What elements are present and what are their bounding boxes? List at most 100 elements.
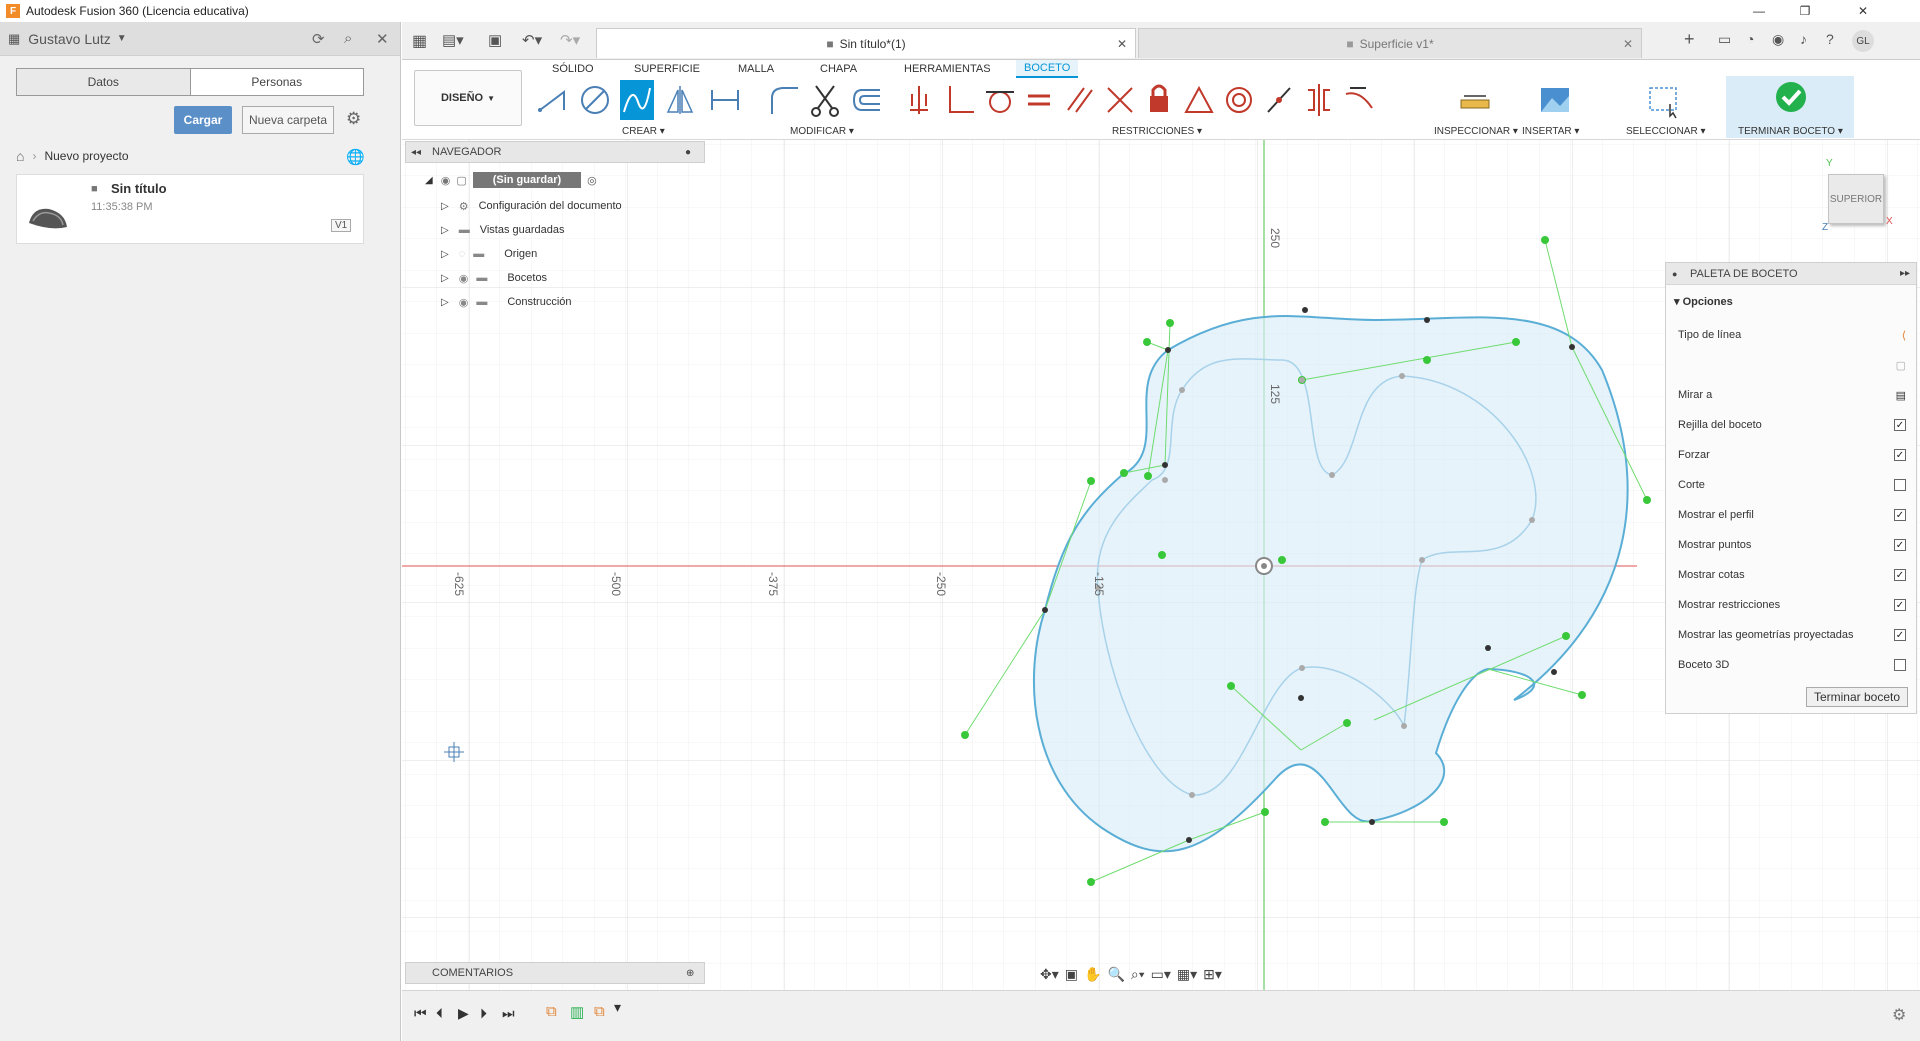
new-folder-button[interactable]: Nueva carpeta bbox=[242, 106, 334, 134]
expand-right-icon[interactable]: ▸▸ bbox=[1900, 268, 1910, 279]
fit-icon[interactable]: ⌕▾ bbox=[1131, 966, 1145, 983]
palette-header[interactable]: ● PALETA DE BOCETO ▸▸ bbox=[1666, 263, 1916, 285]
close-window-icon[interactable]: ✕ bbox=[1828, 0, 1898, 22]
palette-row-points[interactable]: Mostrar puntos ✓ bbox=[1678, 535, 1906, 555]
settings-gear-icon[interactable]: ⚙ bbox=[346, 109, 361, 129]
chevron-down-icon[interactable]: ▼ bbox=[117, 33, 127, 44]
search-icon[interactable]: ⌕ bbox=[344, 30, 352, 47]
upload-button[interactable]: Cargar bbox=[174, 106, 232, 134]
spline-tool-icon[interactable] bbox=[620, 80, 654, 120]
eye-icon[interactable]: ◉ bbox=[441, 174, 451, 187]
expand-triangle-icon[interactable]: ▷ bbox=[441, 225, 449, 236]
collapse-triangle-icon[interactable]: ◢ bbox=[425, 175, 433, 186]
checkbox[interactable]: ✓ bbox=[1894, 419, 1906, 431]
expand-triangle-icon[interactable]: ▷ bbox=[441, 201, 449, 212]
checkbox[interactable]: ✓ bbox=[1894, 629, 1906, 641]
palette-handle-icon[interactable]: ● bbox=[1672, 269, 1677, 279]
orbit-icon[interactable]: ✥▾ bbox=[1040, 966, 1059, 983]
fix-lock-icon[interactable] bbox=[1142, 80, 1176, 120]
view-cube[interactable]: SUPERIOR bbox=[1828, 174, 1884, 224]
browser-header[interactable]: ◂◂ NAVEGADOR ● bbox=[405, 141, 705, 163]
finish-checkmark-icon[interactable] bbox=[1774, 80, 1808, 114]
palette-row-linetype[interactable]: Tipo de línea ⟨ bbox=[1678, 325, 1906, 345]
save-icon[interactable]: ▣ bbox=[488, 31, 502, 49]
comments-panel[interactable]: COMENTARIOS ⊕ bbox=[405, 962, 705, 984]
redo-icon[interactable]: ↷▾ bbox=[560, 31, 580, 49]
step-back-icon[interactable]: ⏴ bbox=[436, 1005, 443, 1022]
dimension-tool-icon[interactable] bbox=[708, 80, 742, 120]
midpoint-constraint-icon[interactable] bbox=[1262, 80, 1296, 120]
palette-row-grid[interactable]: Rejilla del boceto ✓ bbox=[1678, 415, 1906, 435]
construction-line-icon[interactable]: ⟨ bbox=[1902, 329, 1906, 342]
grid-icon[interactable]: ▦ bbox=[412, 31, 427, 51]
tab-herramientas[interactable]: HERRAMIENTAS bbox=[904, 60, 991, 78]
palette-row-blank[interactable]: ▢ bbox=[1678, 355, 1906, 375]
go-last-icon[interactable]: ⏭ bbox=[502, 1005, 515, 1022]
notifications-bell-icon[interactable]: ♪ bbox=[1800, 31, 1807, 47]
expand-triangle-icon[interactable]: ▷ bbox=[441, 273, 449, 284]
zoom-icon[interactable]: 🔍 bbox=[1107, 966, 1124, 983]
tab-superficie[interactable]: SUPERFICIE bbox=[634, 60, 700, 78]
look-at-icon[interactable]: ▤ bbox=[1896, 389, 1906, 402]
group-seleccionar[interactable]: SELECCIONAR ▾ bbox=[1626, 126, 1706, 137]
globe-icon[interactable]: 🌐 bbox=[346, 148, 365, 166]
doc-tab-active[interactable]: ■ Sin título*(1) ✕ bbox=[596, 28, 1136, 58]
pin-icon[interactable]: ● bbox=[685, 147, 691, 158]
tab-solido[interactable]: SÓLIDO bbox=[552, 60, 594, 78]
tab-personas[interactable]: Personas bbox=[191, 69, 364, 95]
concentric-constraint-icon[interactable] bbox=[1222, 80, 1256, 120]
timeline-settings-gear-icon[interactable]: ⚙ bbox=[1892, 1005, 1906, 1025]
breadcrumb-project[interactable]: Nuevo proyecto bbox=[44, 149, 128, 163]
line-tool-icon[interactable] bbox=[536, 80, 570, 120]
target-icon[interactable]: ◎ bbox=[587, 174, 597, 187]
tab-datos[interactable]: Datos bbox=[17, 69, 191, 95]
offset-tool-icon[interactable] bbox=[850, 80, 884, 120]
tab-boceto[interactable]: BOCETO bbox=[1016, 60, 1079, 78]
equal-constraint-icon[interactable] bbox=[1022, 80, 1056, 120]
add-comment-icon[interactable]: ⊕ bbox=[686, 968, 694, 979]
palette-row-3d[interactable]: Boceto 3D bbox=[1678, 655, 1906, 675]
collapse-left-icon[interactable]: ◂◂ bbox=[411, 147, 421, 158]
palette-section[interactable]: ▾ Opciones bbox=[1674, 295, 1733, 308]
fillet-tool-icon[interactable] bbox=[766, 80, 800, 120]
palette-row-profile[interactable]: Mostrar el perfil ✓ bbox=[1678, 505, 1906, 525]
display-settings-icon[interactable]: ▭▾ bbox=[1151, 966, 1171, 983]
tangent-constraint-icon[interactable] bbox=[982, 80, 1016, 120]
chat-icon[interactable]: ▭ bbox=[1718, 31, 1731, 48]
measure-ruler-icon[interactable] bbox=[1458, 80, 1492, 120]
checkbox[interactable]: ✓ bbox=[1894, 509, 1906, 521]
new-tab-plus-icon[interactable]: + bbox=[1684, 29, 1695, 50]
group-terminar-boceto[interactable]: TERMINAR BOCETO ▾ bbox=[1738, 126, 1843, 137]
help-icon[interactable]: ? bbox=[1826, 31, 1834, 47]
file-card[interactable]: ■ Sin título 11:35:38 PM V1 bbox=[16, 174, 364, 244]
checkbox[interactable]: ✓ bbox=[1894, 569, 1906, 581]
extensions-icon[interactable]: ◔ bbox=[1746, 31, 1754, 47]
timeline-sketch-icon[interactable]: ⧉ bbox=[594, 1003, 605, 1020]
tree-root[interactable]: ◢ ◉ ▢ (Sin guardar) ◎ bbox=[425, 169, 597, 191]
palette-row-constraints[interactable]: Mostrar restricciones ✓ bbox=[1678, 595, 1906, 615]
refresh-icon[interactable]: ⟳ bbox=[312, 30, 325, 48]
close-tab-icon[interactable]: ✕ bbox=[1623, 37, 1633, 51]
finish-sketch-button[interactable]: Terminar boceto bbox=[1806, 687, 1908, 707]
tree-item-config[interactable]: ▷ ⚙ Configuración del documento bbox=[441, 195, 622, 217]
tree-item-bocetos[interactable]: ▷ ◉ ▬ Bocetos bbox=[441, 267, 547, 289]
checkbox[interactable]: ✓ bbox=[1894, 449, 1906, 461]
job-status-icon[interactable]: ◉ bbox=[1772, 31, 1784, 48]
timeline-sketch-icon[interactable]: ⧉ bbox=[546, 1003, 557, 1020]
checkbox[interactable] bbox=[1894, 659, 1906, 671]
circle-tool-icon[interactable] bbox=[578, 80, 612, 120]
minimize-icon[interactable]: — bbox=[1736, 0, 1782, 22]
avatar[interactable]: GL bbox=[1852, 30, 1874, 52]
group-modificar[interactable]: MODIFICAR ▾ bbox=[790, 126, 854, 137]
group-crear[interactable]: CREAR ▾ bbox=[622, 126, 665, 137]
palette-row-slice[interactable]: Corte bbox=[1678, 475, 1906, 495]
grid-apps-icon[interactable]: ▦ bbox=[8, 31, 20, 47]
curvature-constraint-icon[interactable] bbox=[1342, 80, 1376, 120]
timeline-marker-icon[interactable]: ▾ bbox=[614, 999, 621, 1016]
centerline-icon[interactable]: ▢ bbox=[1896, 359, 1906, 372]
look-at-icon[interactable]: ▣ bbox=[1065, 966, 1078, 983]
viewports-icon[interactable]: ⊞▾ bbox=[1203, 966, 1222, 983]
workspace-design-dropdown[interactable]: DISEÑO ▼ bbox=[414, 70, 522, 126]
group-insertar[interactable]: INSERTAR ▾ bbox=[1522, 126, 1579, 137]
go-first-icon[interactable]: ⏮ bbox=[414, 1005, 427, 1022]
